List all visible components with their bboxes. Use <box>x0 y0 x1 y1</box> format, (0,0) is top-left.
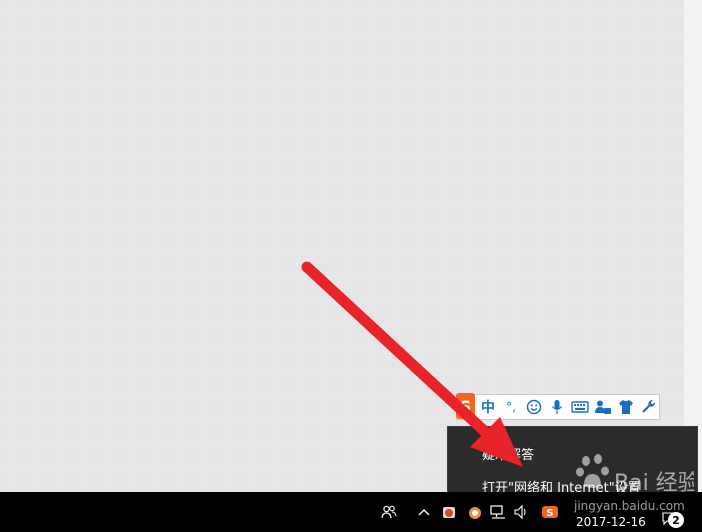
app-icon-2[interactable] <box>466 502 484 522</box>
ime-mode-button[interactable]: 中 <box>478 396 498 418</box>
watermark-url: jingyan.baidu.com <box>574 499 685 513</box>
skin-icon[interactable] <box>616 396 636 418</box>
ime-punct-button[interactable]: °, <box>501 396 521 418</box>
menu-item-troubleshoot[interactable]: 疑难解答 <box>482 444 534 463</box>
svg-text:S: S <box>546 508 553 519</box>
people-icon[interactable] <box>380 502 398 522</box>
app-icon-1[interactable] <box>440 502 458 522</box>
user-settings-icon[interactable] <box>593 396 613 418</box>
network-icon[interactable] <box>488 502 508 522</box>
chevron-up-icon[interactable] <box>416 502 432 522</box>
volume-icon[interactable] <box>512 502 530 522</box>
sogou-logo-icon[interactable]: S <box>456 393 475 419</box>
wrench-icon[interactable] <box>639 396 659 418</box>
microphone-icon[interactable] <box>547 396 567 418</box>
sogou-icon[interactable]: S <box>540 502 560 522</box>
ime-toolbar: S 中 °, <box>456 393 660 420</box>
keyboard-icon[interactable] <box>570 396 590 418</box>
desktop-edge <box>684 0 702 492</box>
baidu-watermark-logo: Bai 经验 jingyan.baidu.com <box>574 454 694 513</box>
watermark-text: Bai 经验 <box>614 471 694 496</box>
emoji-icon[interactable] <box>524 396 544 418</box>
